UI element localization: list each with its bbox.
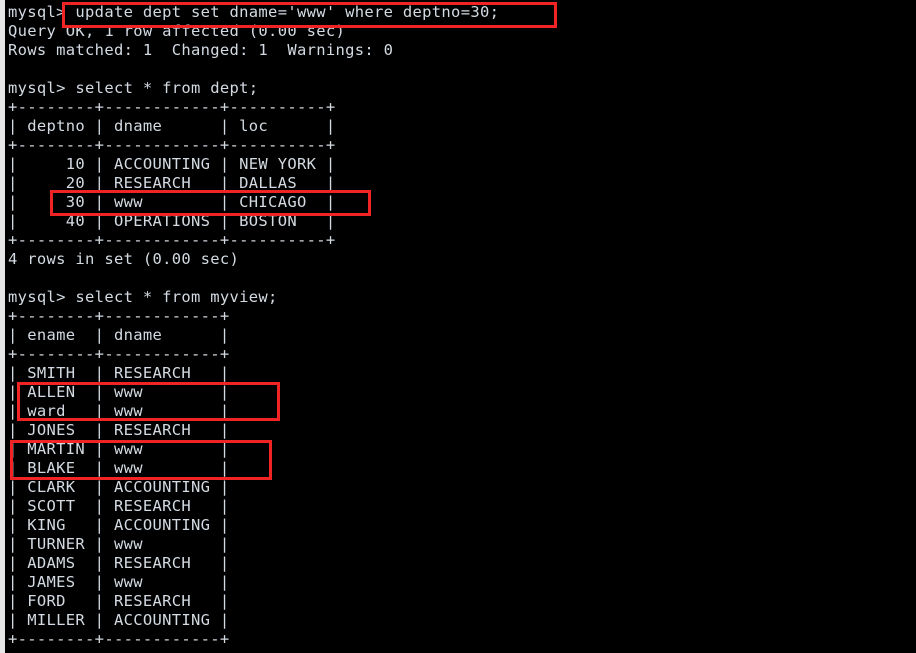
myview-row-smith: | SMITH | RESEARCH |	[8, 364, 230, 382]
console-output: mysql> update dept set dname='www' where…	[8, 3, 908, 649]
myview-row-king: | KING | ACCOUNTING |	[8, 516, 230, 534]
left-gutter-strip	[0, 0, 5, 653]
command-update-dept: mysql> update dept set dname='www' where…	[8, 3, 500, 21]
myview-row-clark: | CLARK | ACCOUNTING |	[8, 478, 230, 496]
myview-row-scott: | SCOTT | RESEARCH |	[8, 497, 230, 515]
dept-rows-count: 4 rows in set (0.00 sec)	[8, 250, 240, 268]
terminal-window[interactable]: mysql> update dept set dname='www' where…	[0, 0, 916, 653]
myview-row-blake: | BLAKE | www |	[8, 459, 230, 477]
dept-row-20: | 20 | RESEARCH | DALLAS |	[8, 174, 336, 192]
command-select-myview: mysql> select * from myview;	[8, 288, 278, 306]
myview-row-adams: | ADAMS | RESEARCH |	[8, 554, 230, 572]
dept-row-10: | 10 | ACCOUNTING | NEW YORK |	[8, 155, 336, 173]
myview-row-miller: | MILLER | ACCOUNTING |	[8, 611, 230, 629]
myview-row-jones: | JONES | RESEARCH |	[8, 421, 230, 439]
myview-row-james: | JAMES | www |	[8, 573, 230, 591]
myview-table-header: | ename | dname |	[8, 326, 230, 344]
result-query-ok: Query OK, 1 row affected (0.00 sec)	[8, 22, 346, 40]
myview-row-ford: | FORD | RESEARCH |	[8, 592, 230, 610]
command-select-dept: mysql> select * from dept;	[8, 79, 259, 97]
dept-table-border-top: +--------+------------+----------+	[8, 98, 336, 116]
dept-row-40: | 40 | OPERATIONS | BOSTON |	[8, 212, 336, 230]
dept-table-border-bottom: +--------+------------+----------+	[8, 231, 336, 249]
myview-table-border-top: +--------+------------+	[8, 307, 230, 325]
myview-row-turner: | TURNER | www |	[8, 535, 230, 553]
dept-table-header: | deptno | dname | loc |	[8, 117, 336, 135]
dept-table-border-mid: +--------+------------+----------+	[8, 136, 336, 154]
myview-row-allen: | ALLEN | www |	[8, 383, 230, 401]
dept-row-30: | 30 | www | CHICAGO |	[8, 193, 336, 211]
myview-row-ward: | ward | www |	[8, 402, 230, 420]
myview-table-border-mid: +--------+------------+	[8, 345, 230, 363]
myview-table-border-bottom: +--------+------------+	[8, 630, 230, 648]
result-rows-matched: Rows matched: 1 Changed: 1 Warnings: 0	[8, 41, 394, 59]
myview-row-martin: | MARTIN | www |	[8, 440, 230, 458]
